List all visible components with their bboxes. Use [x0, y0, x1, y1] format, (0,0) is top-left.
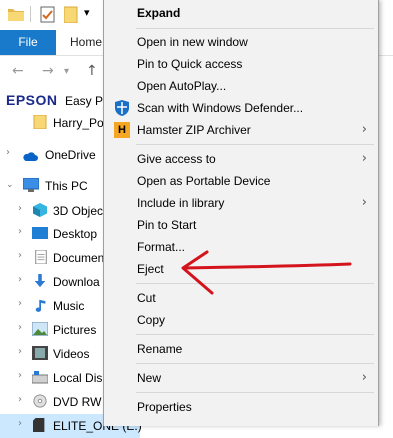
download-arrow-icon	[34, 274, 46, 288]
tab-home[interactable]: Home	[70, 30, 102, 55]
menu-item-label: Format...	[137, 240, 186, 254]
menu-item-label: Cut	[137, 291, 156, 305]
menu-item-new[interactable]: New ›	[104, 367, 378, 389]
menu-item-label: Properties	[137, 400, 192, 414]
menu-separator	[136, 392, 374, 393]
expand-chevron-icon[interactable]: ›	[18, 322, 22, 333]
menu-item-label: Eject	[137, 262, 164, 276]
menu-item-copy[interactable]: Copy	[104, 309, 378, 331]
menu-item-label: Pin to Quick access	[137, 57, 243, 71]
menu-item-pin-quick-access[interactable]: Pin to Quick access	[104, 53, 378, 75]
menu-item-pin-start[interactable]: Pin to Start	[104, 214, 378, 236]
hard-drive-icon	[32, 371, 48, 384]
recent-locations-chevron-icon[interactable]: ▾	[64, 66, 69, 77]
submenu-arrow-icon: ›	[361, 370, 367, 385]
expand-chevron-icon[interactable]: ›	[18, 346, 22, 357]
menu-separator	[136, 28, 374, 29]
computer-monitor-icon	[23, 178, 39, 192]
menu-item-label: New	[137, 371, 162, 385]
cloud-icon	[23, 152, 38, 161]
hamster-zip-icon: H	[114, 122, 130, 138]
document-icon	[35, 250, 47, 264]
forward-arrow-icon[interactable]: →	[42, 63, 54, 79]
menu-item-open-new-window[interactable]: Open in new window	[104, 31, 378, 53]
menu-item-cut[interactable]: Cut	[104, 287, 378, 309]
expand-chevron-icon[interactable]: ›	[18, 418, 22, 429]
dvd-disc-icon	[33, 394, 47, 408]
menu-item-label: Open AutoPlay...	[137, 79, 227, 93]
tree-item-label: Harry_Pot	[53, 116, 108, 130]
epson-logo: EPSON	[6, 92, 58, 108]
menu-item-label: Expand	[137, 6, 181, 20]
expand-chevron-icon[interactable]: ›	[18, 226, 22, 237]
menu-item-hamster-zip[interactable]: H Hamster ZIP Archiver ›	[104, 119, 378, 141]
tree-item-label: Downloa	[53, 275, 100, 289]
menu-item-label: Include in library	[137, 196, 225, 210]
expand-chevron-icon[interactable]: ›	[6, 147, 10, 158]
menu-item-label: Pin to Start	[137, 218, 197, 232]
menu-item-open-autoplay[interactable]: Open AutoPlay...	[104, 75, 378, 97]
properties-checkmark-icon[interactable]	[40, 6, 55, 23]
tree-item-label: Videos	[53, 347, 90, 361]
expand-chevron-icon[interactable]: ›	[18, 203, 22, 214]
music-note-icon	[35, 299, 46, 312]
new-folder-icon[interactable]	[64, 6, 78, 23]
menu-item-label: Give access to	[137, 152, 216, 166]
expand-chevron-icon[interactable]: ›	[18, 370, 22, 381]
context-menu: Expand Open in new window Pin to Quick a…	[103, 0, 379, 426]
sd-card-icon	[33, 418, 45, 432]
menu-separator	[136, 363, 374, 364]
expand-chevron-icon[interactable]: ›	[18, 274, 22, 285]
menu-separator	[136, 283, 374, 284]
desktop-icon	[32, 227, 48, 239]
menu-item-rename[interactable]: Rename	[104, 338, 378, 360]
menu-item-label: Hamster ZIP Archiver	[137, 123, 251, 137]
menu-item-scan-defender[interactable]: Scan with Windows Defender...	[104, 97, 378, 119]
folder-icon	[33, 115, 47, 129]
submenu-arrow-icon: ›	[361, 195, 367, 210]
menu-item-label: Rename	[137, 342, 183, 356]
menu-item-include-library[interactable]: Include in library ›	[104, 192, 378, 214]
menu-item-label: Scan with Windows Defender...	[137, 101, 304, 115]
customize-toolbar-arrow-icon[interactable]: ▾	[84, 6, 90, 19]
folder-icon[interactable]	[8, 7, 24, 21]
menu-separator	[136, 144, 374, 145]
menu-separator	[136, 334, 374, 335]
collapse-chevron-icon[interactable]: ⌄	[6, 180, 14, 190]
expand-chevron-icon[interactable]: ›	[18, 298, 22, 309]
tree-item-label: Desktop	[53, 227, 98, 241]
menu-item-expand[interactable]: Expand	[104, 2, 378, 24]
menu-item-label: Copy	[137, 313, 166, 327]
expand-chevron-icon[interactable]: ›	[18, 394, 22, 405]
up-arrow-icon[interactable]: ↑	[86, 63, 98, 79]
tree-item-label: Local Disk	[53, 371, 109, 385]
toolbar-divider	[30, 6, 31, 22]
tree-item-label: Music	[53, 299, 85, 313]
menu-item-properties[interactable]: Properties	[104, 396, 378, 418]
menu-item-give-access[interactable]: Give access to ›	[104, 148, 378, 170]
tree-item-label: This PC	[45, 179, 88, 193]
tab-file[interactable]: File	[0, 30, 56, 55]
3d-cube-icon	[33, 203, 47, 217]
submenu-arrow-icon: ›	[361, 151, 367, 166]
menu-item-open-portable-device[interactable]: Open as Portable Device	[104, 170, 378, 192]
menu-item-label: Open as Portable Device	[137, 174, 271, 188]
windows-defender-shield-icon	[115, 100, 129, 116]
back-arrow-icon[interactable]: ←	[12, 63, 24, 79]
tree-item-label: DVD RW	[53, 395, 102, 409]
menu-item-eject[interactable]: Eject	[104, 258, 378, 280]
tree-item-label: 3D Objec	[53, 204, 104, 218]
tree-item-label: Documen	[53, 251, 105, 265]
menu-item-label: Open in new window	[137, 35, 248, 49]
menu-item-format[interactable]: Format...	[104, 236, 378, 258]
tree-item-label: Pictures	[53, 323, 97, 337]
expand-chevron-icon[interactable]: ›	[18, 250, 22, 261]
submenu-arrow-icon: ›	[361, 122, 367, 137]
tree-item-label: OneDrive	[45, 148, 96, 162]
film-strip-icon	[32, 346, 48, 360]
picture-icon	[32, 322, 48, 336]
